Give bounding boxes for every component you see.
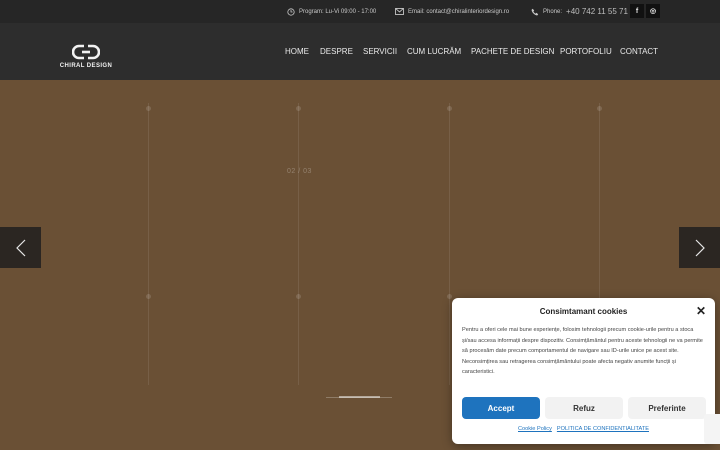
clock-icon [286,7,295,16]
nav-despre[interactable]: DESPRE [320,47,353,56]
cookie-title: Consimtamant cookies [539,307,628,316]
nav-cum-lucram[interactable]: CUM LUCRĂM [407,47,461,56]
email-info[interactable]: Email: contact@chiralinteriordesign.ro [395,0,509,23]
phone-info[interactable]: Phone: +40 742 11 55 71 [530,0,628,23]
facebook-icon[interactable]: f [630,4,644,18]
grid-line [148,103,149,385]
email-text[interactable]: Email: contact@chiralinteriordesign.ro [408,9,509,15]
envelope-icon [395,7,404,16]
prev-slide-button[interactable] [0,227,41,268]
cookie-policy-link[interactable]: Cookie Policy [518,426,552,432]
preferences-button[interactable]: Preferinte [628,397,706,419]
accept-button[interactable]: Accept [462,397,540,419]
nav-pachete-de-design[interactable]: PACHETE DE DESIGN [471,47,554,56]
nav-servicii[interactable]: SERVICII [363,47,397,56]
nav-home[interactable]: HOME [285,47,309,56]
site-logo[interactable]: CHIRAL DESIGN [58,44,114,72]
close-icon[interactable]: ✕ [696,305,706,317]
cookie-links: Cookie Policy POLITICA DE CONFIDENTIALIT… [452,426,715,432]
privacy-policy-link[interactable]: POLITICA DE CONFIDENTIALITATE [557,426,649,432]
chevron-left-icon [15,239,25,256]
grid-dot [447,106,452,111]
grid-line [298,103,299,385]
grid-dot [447,294,452,299]
nav-portofoliu[interactable]: PORTOFOLIU [560,47,612,56]
logo-mark-icon [72,44,100,60]
slide-counter: 02 / 03 [287,168,312,175]
phone-number[interactable]: +40 742 11 55 71 [566,7,628,16]
top-info-bar: Program: Lu-Vi 09:00 - 17:00 Email: cont… [0,0,720,23]
schedule-info: Program: Lu-Vi 09:00 - 17:00 [286,0,376,23]
grid-line [449,103,450,385]
next-slide-button[interactable] [679,227,720,268]
brand-name: CHIRAL DESIGN [59,63,113,69]
schedule-text: Program: Lu-Vi 09:00 - 17:00 [299,8,377,15]
recaptcha-badge [704,414,720,444]
cookie-description: Pentru a oferi cele mai bune experiențe,… [462,327,703,375]
chevron-right-icon [695,239,705,256]
phone-icon [530,7,539,16]
grid-dot [146,106,151,111]
grid-dot [296,294,301,299]
grid-dot [146,294,151,299]
nav-contact[interactable]: CONTACT [620,47,658,56]
phone-label: Phone: [543,8,563,15]
grid-dot [597,106,602,111]
instagram-icon[interactable]: ◎ [646,4,660,18]
slide-progress-fill [339,396,380,398]
cookie-consent-dialog: Consimtamant cookies ✕ Pentru a oferi ce… [452,298,715,444]
refuse-button[interactable]: Refuz [545,397,623,419]
grid-dot [296,106,301,111]
